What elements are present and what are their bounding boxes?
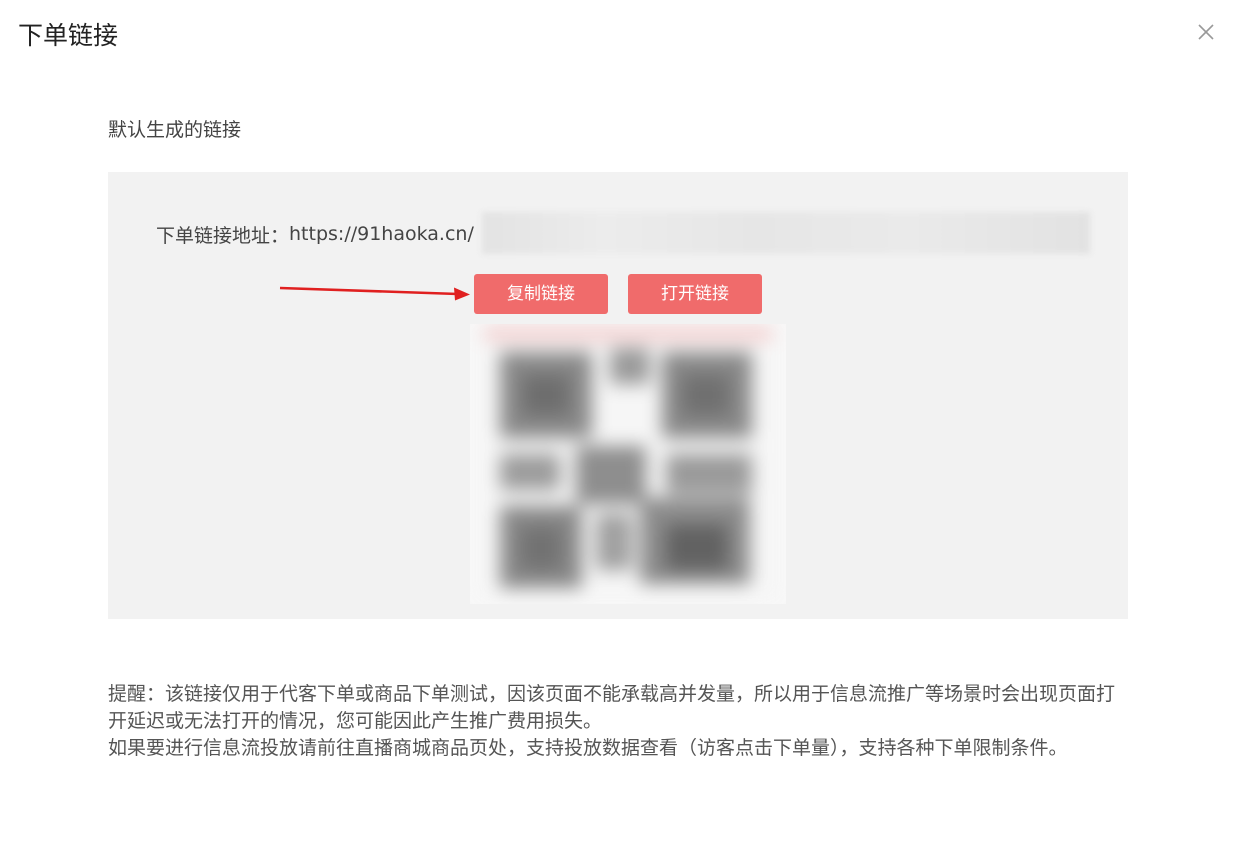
link-row: 下单链接地址： https://91haoka.cn/ [156, 214, 474, 254]
notice-paragraph-1: 提醒：该链接仅用于代客下单或商品下单测试，因该页面不能承载高并发量，所以用于信息… [108, 683, 1116, 732]
order-link-dialog: 下单链接 默认生成的链接 下单链接地址： https://91haoka.cn/… [0, 0, 1235, 852]
dialog-title: 下单链接 [18, 21, 119, 50]
notice-text: 提醒：该链接仅用于代客下单或商品下单测试，因该页面不能承载高并发量，所以用于信息… [108, 681, 1128, 762]
link-panel: 下单链接地址： https://91haoka.cn/ 复制链接 打开链接 [108, 172, 1128, 619]
section-label: 默认生成的链接 [108, 119, 242, 141]
qr-code-icon [476, 328, 780, 600]
pointer-arrow-icon [279, 286, 470, 301]
copy-link-button[interactable]: 复制链接 [474, 274, 608, 314]
notice-paragraph-2: 如果要进行信息流投放请前往直播商城商品页处，支持投放数据查看（访客点击下单量），… [108, 737, 1068, 759]
link-redacted [482, 212, 1090, 254]
link-label: 下单链接地址： [156, 224, 290, 247]
link-url[interactable]: https://91haoka.cn/ [289, 223, 474, 245]
close-icon[interactable] [1196, 22, 1216, 42]
open-link-button[interactable]: 打开链接 [628, 274, 762, 314]
qr-code [470, 324, 786, 604]
